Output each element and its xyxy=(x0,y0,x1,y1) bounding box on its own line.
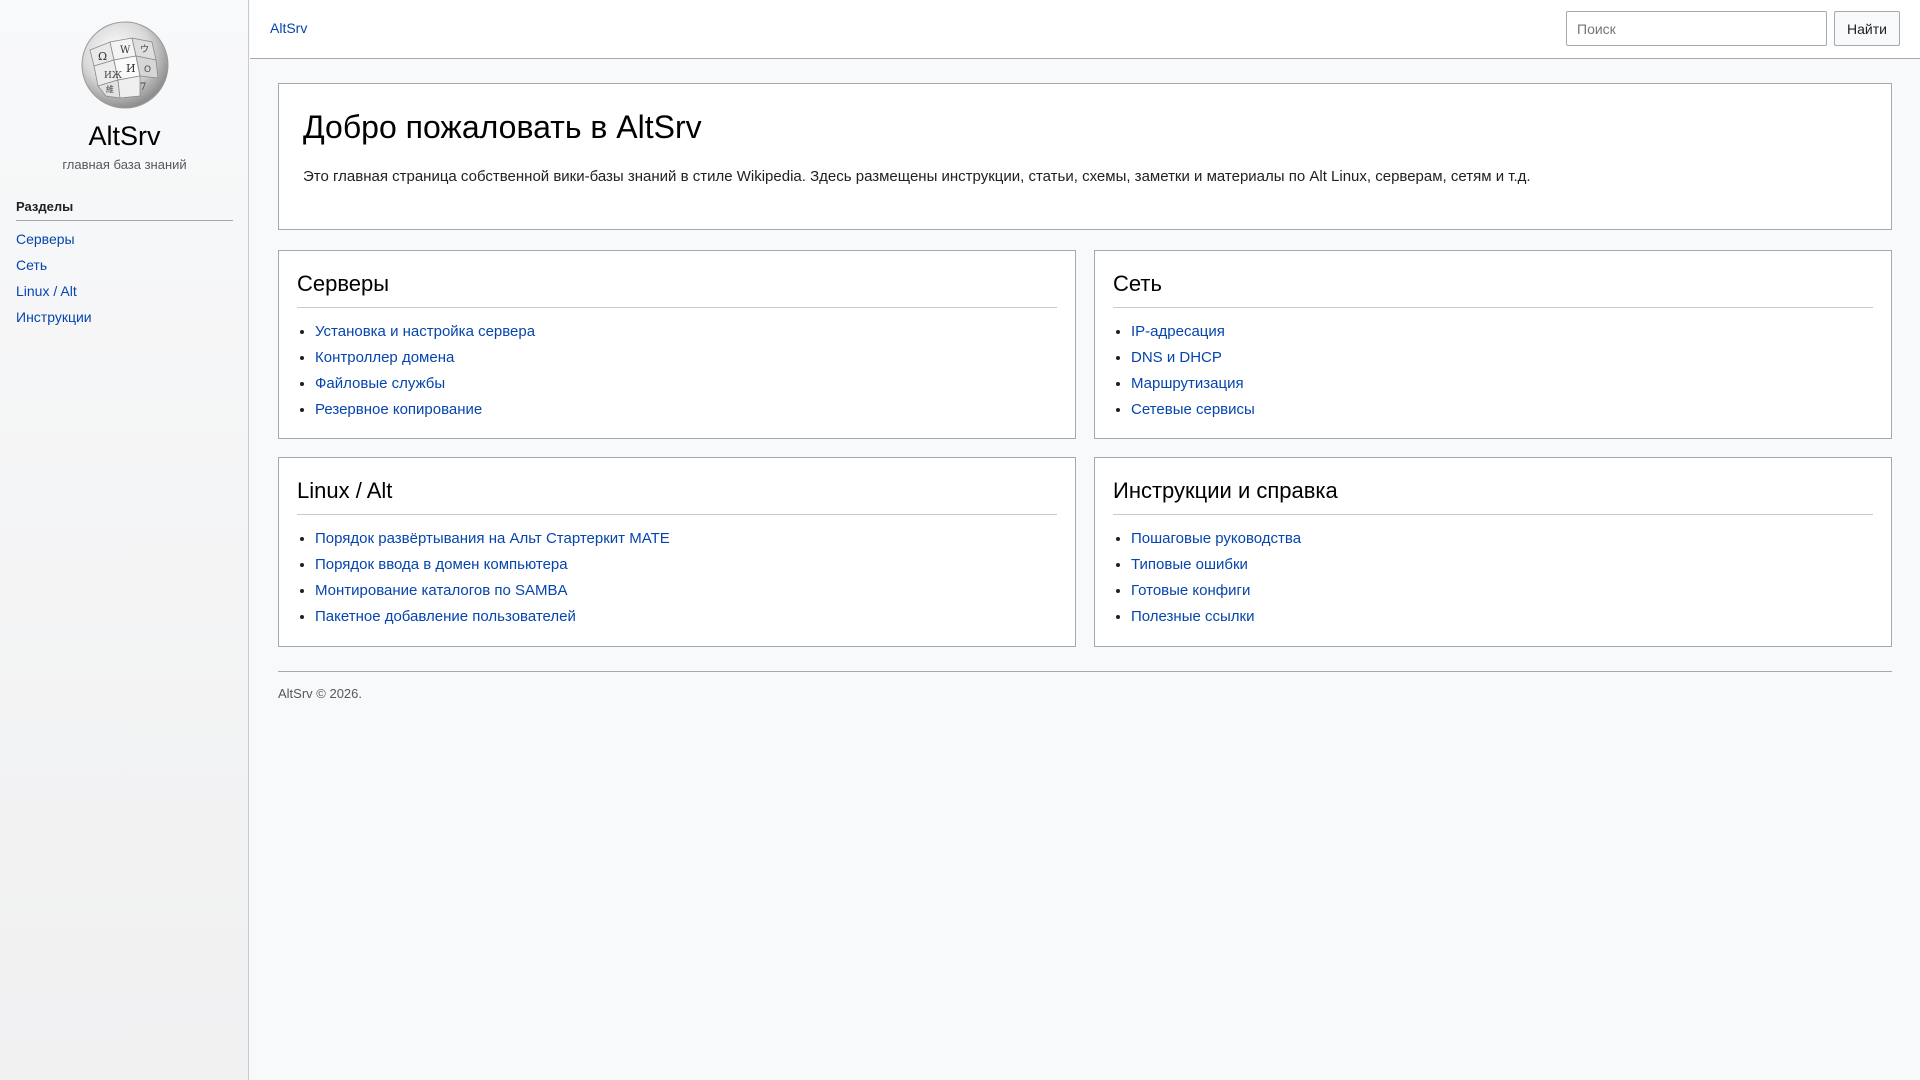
panel-link[interactable]: Пакетное добавление пользователей xyxy=(315,608,576,625)
sidebar-link-network[interactable]: Сеть xyxy=(16,257,47,273)
wikipedia-globe-icon[interactable]: Ω W ウ ИЖ И ᱛ 維 7 xyxy=(80,20,170,110)
sidebar-link-linux-alt[interactable]: Linux / Alt xyxy=(16,283,77,299)
list-item: Контроллер домена xyxy=(315,347,535,373)
panel-link[interactable]: Резервное копирование xyxy=(315,401,482,418)
panel-link[interactable]: Файловые службы xyxy=(315,375,445,392)
list-item: Файловые службы xyxy=(315,373,535,399)
svg-text:Ω: Ω xyxy=(98,50,107,63)
panel-link-list: Порядок развёртывания на Альт Стартеркит… xyxy=(315,528,670,632)
panel-link[interactable]: Пошаговые руководства xyxy=(1131,530,1301,547)
panel-title: Инструкции и справка xyxy=(1113,478,1873,515)
svg-text:W: W xyxy=(120,45,131,56)
list-item: Резервное копирование xyxy=(315,399,535,425)
svg-text:ウ: ウ xyxy=(140,44,149,55)
svg-text:維: 維 xyxy=(106,84,114,94)
panel-title: Linux / Alt xyxy=(297,478,1057,515)
panel-link[interactable]: Контроллер домена xyxy=(315,349,454,366)
panel-link[interactable]: Типовые ошибки xyxy=(1131,556,1248,573)
list-item: Установка и настройка сервера xyxy=(315,321,535,347)
panel-link[interactable]: Порядок развёртывания на Альт Стартеркит… xyxy=(315,530,670,547)
sidebar-link-servers[interactable]: Серверы xyxy=(16,231,75,247)
panel-link[interactable]: Полезные ссылки xyxy=(1131,608,1255,625)
list-item: IP-адресация xyxy=(1131,321,1255,347)
nav-list: Серверы Сеть Linux / Alt Инструкции xyxy=(16,228,92,332)
list-item: Порядок ввода в домен компьютера xyxy=(315,554,670,580)
top-header: AltSrv Найти xyxy=(250,0,1920,59)
panel-link[interactable]: Монтирование каталогов по SAMBA xyxy=(315,582,568,599)
panel-link-list: IP-адресация DNS и DHCP Маршрутизация Се… xyxy=(1131,321,1255,425)
sidebar-item-servers[interactable]: Серверы xyxy=(16,228,92,254)
panel-link[interactable]: Установка и настройка сервера xyxy=(315,323,535,340)
sidebar-item-network[interactable]: Сеть xyxy=(16,254,92,280)
svg-text:И: И xyxy=(126,62,136,75)
panel-link-list: Пошаговые руководства Типовые ошибки Гот… xyxy=(1131,528,1301,632)
sidebar-item-linux-alt[interactable]: Linux / Alt xyxy=(16,280,92,306)
list-item: Маршрутизация xyxy=(1131,373,1255,399)
welcome-box: Добро пожаловать в AltSrv Это главная ст… xyxy=(278,83,1892,230)
panel-linux-alt: Linux / Alt Порядок развёртывания на Аль… xyxy=(278,457,1076,647)
sidebar: Ω W ウ ИЖ И ᱛ 維 7 AltSrv главная база зна… xyxy=(0,0,249,1080)
panel-link-list: Установка и настройка сервера Контроллер… xyxy=(315,321,535,425)
list-item: Пошаговые руководства xyxy=(1131,528,1301,554)
list-item: Пакетное добавление пользователей xyxy=(315,606,670,632)
list-item: Готовые конфиги xyxy=(1131,580,1301,606)
sidebar-item-instructions[interactable]: Инструкции xyxy=(16,306,92,332)
header-site-link[interactable]: AltSrv xyxy=(270,20,307,36)
panel-servers: Серверы Установка и настройка сервера Ко… xyxy=(278,250,1076,439)
svg-text:ᱛ: ᱛ xyxy=(144,65,151,75)
panel-link[interactable]: Сетевые сервисы xyxy=(1131,401,1255,418)
site-tagline: главная база знаний xyxy=(62,157,187,172)
list-item: Сетевые сервисы xyxy=(1131,399,1255,425)
panel-link[interactable]: IP-адресация xyxy=(1131,323,1225,340)
welcome-text: Это главная страница собственной вики-ба… xyxy=(303,168,1531,185)
svg-text:7: 7 xyxy=(140,82,146,93)
panel-link[interactable]: Маршрутизация xyxy=(1131,375,1244,392)
footer-text: AltSrv © 2026. xyxy=(278,686,363,701)
search-button[interactable]: Найти xyxy=(1834,11,1900,46)
list-item: Монтирование каталогов по SAMBA xyxy=(315,580,670,606)
list-item: Порядок развёртывания на Альт Стартеркит… xyxy=(315,528,670,554)
nav-heading: Разделы xyxy=(16,199,233,221)
sidebar-link-instructions[interactable]: Инструкции xyxy=(16,309,92,325)
panel-title: Серверы xyxy=(297,271,1057,308)
list-item: Типовые ошибки xyxy=(1131,554,1301,580)
site-name[interactable]: AltSrv xyxy=(0,121,249,152)
search-input[interactable] xyxy=(1566,11,1827,46)
svg-text:ИЖ: ИЖ xyxy=(104,71,122,81)
panel-link[interactable]: Готовые конфиги xyxy=(1131,582,1250,599)
footer-divider xyxy=(278,671,1892,672)
page-title: Добро пожаловать в AltSrv xyxy=(303,109,702,145)
panel-link[interactable]: DNS и DHCP xyxy=(1131,349,1222,366)
panel-instructions: Инструкции и справка Пошаговые руководст… xyxy=(1094,457,1892,647)
list-item: DNS и DHCP xyxy=(1131,347,1255,373)
panel-link[interactable]: Порядок ввода в домен компьютера xyxy=(315,556,568,573)
panel-title: Сеть xyxy=(1113,271,1873,308)
panel-network: Сеть IP-адресация DNS и DHCP Маршрутизац… xyxy=(1094,250,1892,439)
list-item: Полезные ссылки xyxy=(1131,606,1301,632)
